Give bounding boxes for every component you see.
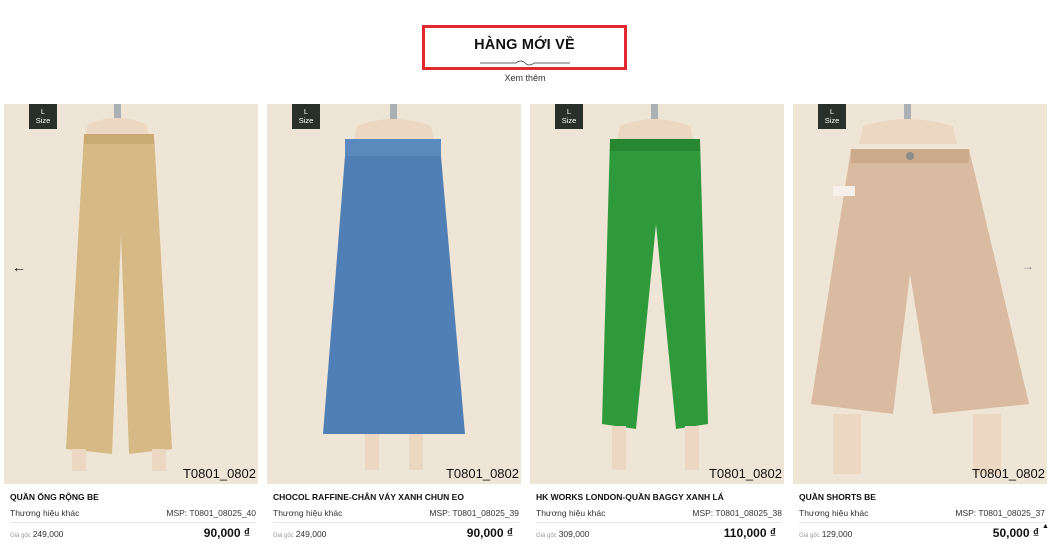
original-price: Giá gốc 309,000: [536, 529, 590, 539]
caret-up-icon[interactable]: ▲: [1042, 523, 1050, 530]
product-carousel: L Size T0801_0802 QUẦN ỐNG RỘNG BE Thươn…: [0, 104, 1050, 550]
product-name[interactable]: QUẦN ỐNG RỘNG BE: [10, 492, 256, 502]
product-brand: Thương hiệu khác: [10, 508, 80, 518]
arrow-left-icon[interactable]: ←: [12, 259, 26, 275]
sale-price: 110,000 ₫: [723, 526, 776, 540]
product-card[interactable]: L Size T0801_0802 HK WORKS LONDON-QUẦN B…: [530, 104, 784, 550]
original-price: Giá gốc 249,000: [273, 529, 327, 539]
pants-baggy-icon: [602, 104, 708, 470]
product-name[interactable]: CHOCOL RAFFINE-CHÂN VÁY XANH CHUN EO: [273, 492, 519, 502]
size-badge: L Size: [292, 104, 320, 129]
product-msp: MSP: T0801_08025_40: [166, 508, 256, 518]
size-badge: L Size: [818, 104, 846, 129]
see-more-link[interactable]: Xem thêm: [480, 73, 570, 83]
sku-watermark: T0801_0802: [708, 466, 782, 481]
divider: [10, 522, 256, 523]
sku-watermark: T0801_0802: [182, 466, 256, 481]
product-brand: Thương hiệu khác: [273, 508, 343, 518]
product-msp: MSP: T0801_08025_37: [955, 508, 1045, 518]
arrow-right-icon[interactable]: →: [1022, 259, 1034, 273]
product-name[interactable]: HK WORKS LONDON-QUẦN BAGGY XANH LÁ: [536, 492, 782, 502]
product-image[interactable]: L Size T0801_0802: [793, 104, 1047, 484]
size-badge: L Size: [29, 104, 57, 129]
denim-skirt-icon: [323, 104, 465, 470]
product-image[interactable]: L Size T0801_0802: [267, 104, 521, 484]
sale-price: 90,000 ₫: [203, 526, 250, 540]
pants-wide-leg-icon: [66, 104, 172, 471]
divider: [799, 522, 1045, 523]
product-name[interactable]: QUẦN SHORTS BE: [799, 492, 1045, 502]
product-image[interactable]: L Size T0801_0802: [530, 104, 784, 484]
section-title-box: HÀNG MỚI VỀ: [422, 25, 627, 70]
sku-watermark: T0801_0802: [445, 466, 519, 481]
section-header: HÀNG MỚI VỀ Xem thêm: [0, 0, 1050, 100]
product-msp: MSP: T0801_08025_38: [692, 508, 782, 518]
sale-price: 90,000 ₫: [466, 526, 513, 540]
sale-price: 50,000 ₫: [992, 526, 1039, 540]
product-info: QUẦN SHORTS BE Thương hiệu khác MSP: T08…: [799, 492, 1045, 540]
product-card[interactable]: L Size T0801_0802 QUẦN ỐNG RỘNG BE Thươn…: [4, 104, 258, 550]
original-price: Giá gốc 129,000: [799, 529, 853, 539]
product-info: HK WORKS LONDON-QUẦN BAGGY XANH LÁ Thươn…: [536, 492, 782, 540]
product-image[interactable]: L Size T0801_0802: [4, 104, 258, 484]
product-msp: MSP: T0801_08025_39: [429, 508, 519, 518]
size-badge: L Size: [555, 104, 583, 129]
divider: [536, 522, 782, 523]
original-price: Giá gốc 249,000: [10, 529, 64, 539]
product-brand: Thương hiệu khác: [799, 508, 869, 518]
ornament-divider-icon: [480, 60, 570, 66]
product-card[interactable]: L Size T0801_0802 QUẦN SHORTS BE Thương …: [793, 104, 1047, 550]
shorts-icon: [811, 104, 1029, 474]
section-title: HÀNG MỚI VỀ: [474, 37, 575, 53]
product-card[interactable]: L Size T0801_0802 CHOCOL RAFFINE-CHÂN VÁ…: [267, 104, 521, 550]
divider: [273, 522, 519, 523]
product-info: QUẦN ỐNG RỘNG BE Thương hiệu khác MSP: T…: [10, 492, 256, 540]
sku-watermark: T0801_0802: [971, 466, 1045, 481]
product-brand: Thương hiệu khác: [536, 508, 606, 518]
product-info: CHOCOL RAFFINE-CHÂN VÁY XANH CHUN EO Thư…: [273, 492, 519, 540]
